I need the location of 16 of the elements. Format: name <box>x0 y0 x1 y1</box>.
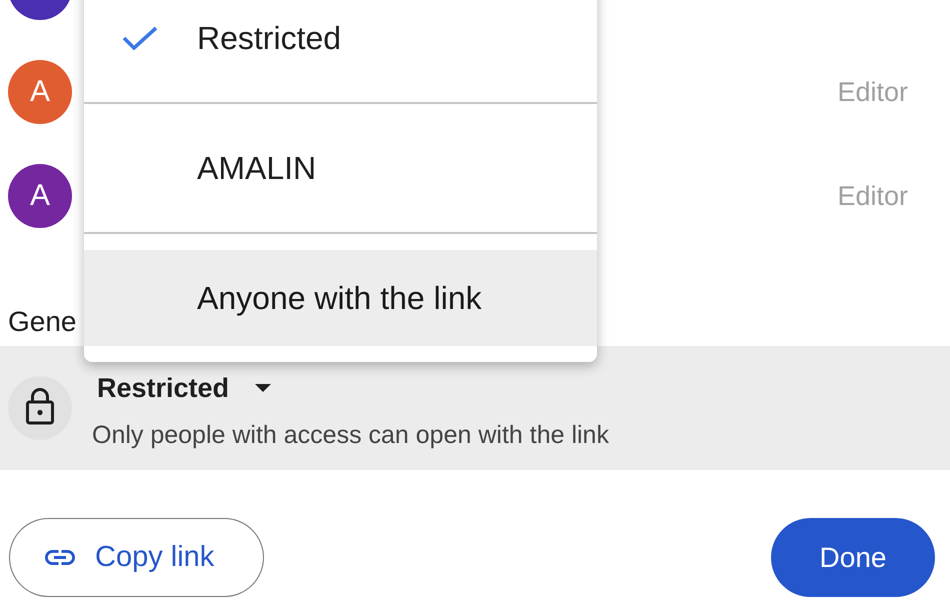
avatar: A <box>8 164 72 228</box>
section-heading: Gene <box>7 305 76 338</box>
menu-option[interactable]: AMALIN <box>84 104 597 234</box>
link-icon <box>45 550 75 565</box>
menu-option[interactable]: Restricted <box>84 0 597 104</box>
check-icon <box>122 26 158 50</box>
access-description: Only people with access can open with the link <box>92 420 609 450</box>
caret-icon <box>255 384 272 392</box>
role-label: Editor <box>837 76 908 108</box>
copy-link-button[interactable]: Copy link <box>9 518 264 597</box>
role-label: Editor <box>837 180 908 212</box>
done-button[interactable]: Done <box>771 518 935 597</box>
menu-option[interactable]: Anyone with the link <box>84 250 597 346</box>
lock-icon <box>8 376 72 440</box>
avatar: A <box>8 60 72 124</box>
access-dropdown[interactable]: Restricted <box>92 370 272 406</box>
